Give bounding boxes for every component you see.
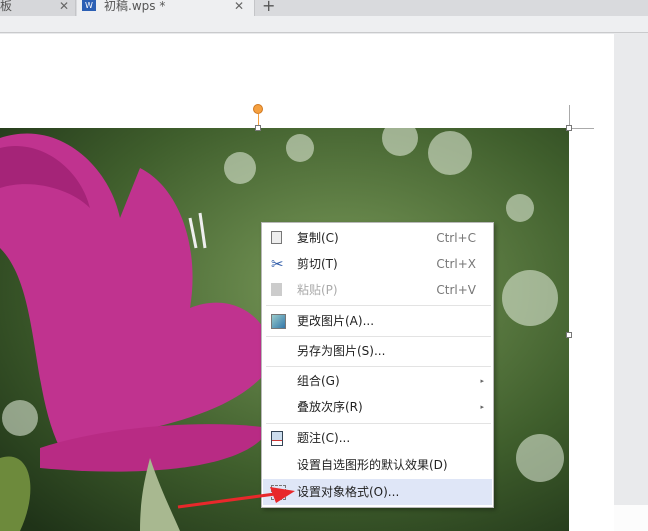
resize-handle-top[interactable] <box>255 125 261 131</box>
context-menu: 复制(C) Ctrl+C ✂ 剪切(T) Ctrl+X 粘贴(P) Ctrl+V 更改图… <box>261 222 494 508</box>
paste-icon <box>271 283 282 296</box>
caption-icon <box>271 431 283 446</box>
tab-bar: 板 ✕ W 初稿.wps * ✕ + <box>0 0 648 16</box>
tab-label: 初稿.wps * <box>104 0 166 13</box>
resize-handle-top-right[interactable] <box>566 125 572 131</box>
toolbar <box>0 16 648 33</box>
tab-label: 板 <box>0 0 13 13</box>
margin-corner-mark <box>569 128 594 129</box>
menu-item-save-as-picture[interactable]: 另存为图片(S)... <box>263 338 492 364</box>
menu-item-group[interactable]: 组合(G) ▸ <box>263 368 492 394</box>
menu-item-paste[interactable]: 粘贴(P) Ctrl+V <box>263 277 492 303</box>
menu-item-order[interactable]: 叠放次序(R) ▸ <box>263 394 492 420</box>
rotate-handle[interactable] <box>253 104 263 114</box>
close-tab-icon[interactable]: ✕ <box>234 0 244 12</box>
menu-item-default-shape-effect[interactable]: 设置自选图形的默认效果(D) <box>263 452 492 478</box>
rotate-line <box>258 114 259 125</box>
new-tab-button[interactable]: + <box>262 0 275 15</box>
change-picture-icon <box>271 314 286 329</box>
menu-item-copy[interactable]: 复制(C) Ctrl+C <box>263 225 492 251</box>
tab-document[interactable]: W 初稿.wps * ✕ <box>77 0 255 16</box>
submenu-arrow-icon: ▸ <box>480 377 484 385</box>
menu-item-cut[interactable]: ✂ 剪切(T) Ctrl+X <box>263 251 492 277</box>
word-doc-icon: W <box>82 0 96 11</box>
resize-handle-right[interactable] <box>566 332 572 338</box>
red-arrow-annotation <box>177 487 295 509</box>
menu-separator <box>266 423 491 424</box>
scissors-icon: ✂ <box>271 255 284 273</box>
menu-separator <box>266 336 491 337</box>
menu-item-caption[interactable]: 题注(C)... <box>263 425 492 451</box>
menu-item-change-picture[interactable]: 更改图片(A)... <box>263 308 492 334</box>
close-tab-icon[interactable]: ✕ <box>59 0 69 12</box>
copy-icon <box>271 231 282 244</box>
submenu-arrow-icon: ▸ <box>480 403 484 411</box>
menu-separator <box>266 366 491 367</box>
tab-template[interactable]: 板 ✕ <box>0 0 76 16</box>
menu-separator <box>266 305 491 306</box>
watermark-logo <box>572 505 648 531</box>
